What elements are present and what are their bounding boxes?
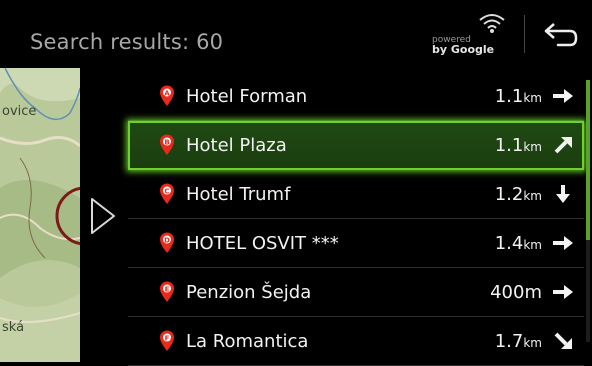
- result-row[interactable]: E Penzion Šejda 400m: [128, 268, 584, 317]
- direction-arrow-icon: [554, 137, 572, 154]
- pin-badge: C: [164, 188, 169, 196]
- distance-unit: km: [523, 91, 542, 105]
- pin-badge: B: [164, 139, 169, 147]
- result-name: Hotel Forman: [186, 86, 308, 107]
- map-label-bottom: ská: [2, 320, 25, 335]
- pin-badge: D: [164, 237, 170, 245]
- map-pin-icon: F: [160, 330, 174, 351]
- distance-unit: km: [523, 238, 542, 252]
- map-pin-icon: D: [160, 232, 174, 253]
- expand-map-arrow-icon[interactable]: [88, 196, 118, 236]
- map-pin-icon: C: [160, 183, 174, 204]
- distance-unit: km: [523, 336, 542, 350]
- header-divider: [524, 15, 525, 53]
- page-title: Search results: 60: [30, 30, 224, 54]
- direction-arrow-icon: [553, 89, 573, 103]
- direction-arrow-icon: [556, 185, 570, 203]
- result-name: La Romantica: [186, 331, 309, 352]
- result-row[interactable]: D HOTEL OSVIT *** 1.4km: [128, 219, 584, 268]
- result-name: Hotel Plaza: [186, 135, 287, 156]
- map-pin-icon: B: [160, 134, 174, 155]
- distance-value: 400m: [490, 282, 542, 303]
- results-list: A Hotel Forman 1.1km B Hotel Plaza 1.1km C Hote…: [128, 68, 584, 366]
- pin-badge: F: [165, 335, 170, 343]
- result-distance: 1.4km: [495, 233, 542, 254]
- map-preview[interactable]: ovice ská: [0, 68, 80, 362]
- direction-arrow-icon: [554, 332, 572, 349]
- distance-value: 1.4: [494, 233, 524, 254]
- result-row[interactable]: B Hotel Plaza 1.1km: [128, 121, 584, 170]
- distance-value: 1.1: [494, 86, 524, 107]
- scrollbar-thumb[interactable]: [586, 80, 590, 240]
- direction-arrow-icon: [553, 285, 573, 299]
- direction-arrow-icon: [553, 236, 573, 250]
- distance-value: 1.2: [494, 184, 524, 205]
- result-distance: 1.1km: [495, 135, 542, 156]
- pin-badge: E: [165, 286, 170, 294]
- result-name: HOTEL OSVIT ***: [186, 233, 339, 254]
- wifi-icon: [479, 14, 505, 33]
- powered-by-google-attribution: powered by Google: [432, 36, 495, 56]
- result-distance: 400m: [490, 282, 542, 303]
- distance-value: 1.7: [494, 331, 524, 352]
- distance-unit: km: [523, 189, 542, 203]
- header-bar: Search results: 60 powered by Google: [0, 0, 592, 68]
- map-label-top: ovice: [2, 104, 37, 119]
- google-label: by Google: [432, 43, 495, 56]
- result-distance: 1.1km: [495, 86, 542, 107]
- result-distance: 1.7km: [495, 331, 542, 352]
- map-pin-icon: A: [160, 85, 174, 106]
- result-name: Penzion Šejda: [186, 282, 312, 303]
- back-arrow-icon[interactable]: [540, 20, 580, 50]
- result-distance: 1.2km: [495, 184, 542, 205]
- distance-unit: km: [523, 140, 542, 154]
- pin-badge: A: [164, 90, 170, 98]
- result-row[interactable]: C Hotel Trumf 1.2km: [128, 170, 584, 219]
- map-pin-icon: E: [160, 281, 174, 302]
- result-row[interactable]: A Hotel Forman 1.1km: [128, 72, 584, 121]
- distance-value: 1.1: [494, 135, 524, 156]
- result-row[interactable]: F La Romantica 1.7km: [128, 317, 584, 366]
- result-name: Hotel Trumf: [186, 184, 291, 205]
